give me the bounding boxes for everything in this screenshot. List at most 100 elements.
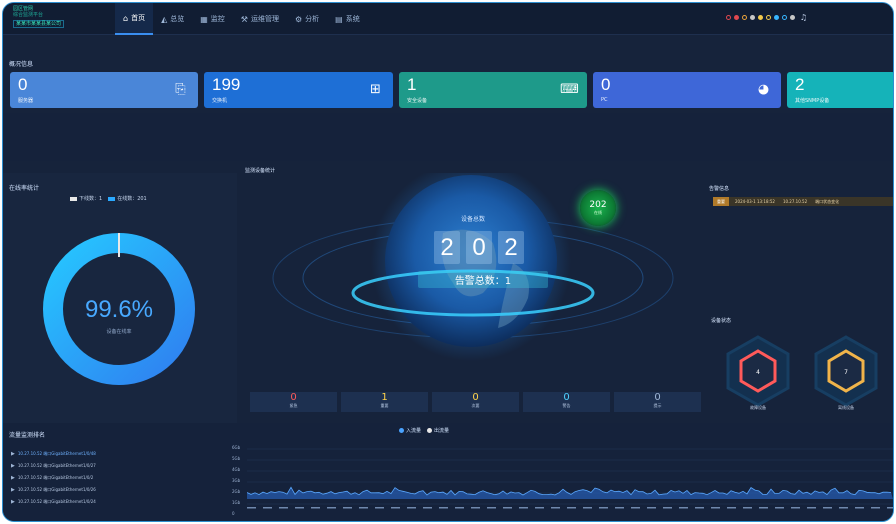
level-label: 警告 — [562, 403, 571, 408]
nav-item-monitor[interactable]: ▦ 监控 — [192, 3, 233, 35]
legend-label: 下线数：1 — [79, 196, 103, 202]
x-tick-mark — [471, 507, 480, 509]
top-bar: 园区管网 综合监测平台 某某市某某县某公司 ⌂ 首页 ◭ 总览 ▦ 监控 ⚒ 运维管理 … — [3, 3, 893, 35]
y-tick: 6Gb — [232, 445, 241, 450]
status-dot[interactable] — [733, 15, 739, 20]
x-tick-mark — [871, 507, 880, 509]
list-item[interactable]: ▶ 10.27.10.52 端口GigabitEthernet1/0/48 — [11, 448, 96, 460]
nav-item-analysis[interactable]: ⚙ 分析 — [287, 3, 327, 35]
level-label: 重要 — [380, 403, 389, 408]
alarm-level-critical[interactable]: 0 紧急 — [250, 392, 337, 412]
x-tick-mark — [567, 507, 576, 509]
card-value: 2 — [795, 75, 805, 94]
level-value: 0 — [290, 392, 297, 403]
card-label: 其他SNMP设备 — [795, 98, 830, 104]
x-tick-mark — [423, 507, 432, 509]
x-tick-mark — [759, 507, 768, 509]
card-pc[interactable]: 0 PC ◕ — [593, 72, 781, 108]
card-server[interactable]: 0 服务器 ⎘ — [10, 72, 198, 108]
x-tick-mark — [295, 507, 304, 509]
status-dot[interactable] — [773, 15, 779, 20]
y-tick: 4Gb — [232, 467, 241, 472]
status-indicators: ♫ — [725, 13, 807, 22]
status-dot[interactable] — [781, 15, 787, 20]
hex-value: 4 — [756, 369, 760, 376]
bell-icon[interactable]: ♫ — [800, 13, 807, 22]
level-label: 次要 — [471, 403, 480, 408]
status-dot[interactable] — [765, 15, 771, 20]
alert-row[interactable]: 重要 2024-03-1 13:18:52 10.27.10.52 端口状态变化 — [713, 197, 893, 206]
x-tick-mark — [775, 507, 784, 509]
x-tick-mark — [359, 507, 368, 509]
x-tick-mark — [375, 507, 384, 509]
hex-fault[interactable]: 4 — [725, 335, 791, 407]
card-label: 安全设备 — [407, 98, 428, 104]
card-value: 0 — [601, 75, 611, 94]
list-item[interactable]: ▶ 10.27.10.52 端口GigabitEthernet1/0/24 — [11, 496, 96, 508]
x-tick-mark — [711, 507, 720, 509]
level-value: 1 — [381, 392, 388, 403]
hex-offline[interactable]: 7 — [813, 335, 879, 407]
y-tick: 0 — [232, 511, 235, 516]
doc-icon: ▤ — [335, 14, 343, 24]
status-dot[interactable] — [741, 15, 747, 20]
logo-line-2: 综合监测平台 — [13, 12, 44, 18]
x-tick-mark — [407, 507, 416, 509]
x-tick-mark — [823, 507, 832, 509]
play-icon: ▶ — [11, 463, 15, 469]
card-snmp[interactable]: 2 其他SNMP设备 — [787, 72, 893, 108]
card-switch[interactable]: 199 交换机 ⊞ — [204, 72, 393, 108]
alarm-level-info[interactable]: 0 提示 — [614, 392, 701, 412]
list-item[interactable]: ▶ 10.27.10.52 端口GigabitEthernet1/0/27 — [11, 460, 96, 472]
x-tick-mark — [839, 507, 848, 509]
device-total-label: 设备总数 — [461, 216, 486, 223]
alarm-total[interactable]: 告警总数：1 — [418, 271, 548, 288]
legend-item[interactable]: 下线数：1 — [70, 195, 102, 202]
card-value: 0 — [18, 75, 28, 94]
alarm-level-warning[interactable]: 0 警告 — [523, 392, 610, 412]
legend-item[interactable]: 出流量 — [427, 427, 449, 434]
y-tick: 5Gb — [232, 456, 241, 461]
legend-item[interactable]: 在线数：201 — [108, 195, 147, 202]
list-item[interactable]: ▶ 10.27.10.52 端口GigabitEthernet1/0/2 — [11, 472, 96, 484]
y-tick: 2Gb — [232, 489, 241, 494]
logo[interactable]: 园区管网 综合监测平台 某某市某某县某公司 — [13, 6, 105, 32]
nav-label: 系统 — [345, 15, 360, 23]
hex-title: 设备状态 — [711, 318, 732, 324]
list-text: 10.27.10.52 端口GigabitEthernet1/0/26 — [17, 487, 96, 492]
badge-value: 202 — [589, 200, 607, 210]
x-tick-mark — [455, 507, 464, 509]
list-text: 10.27.10.52 端口GigabitEthernet1/0/48 — [17, 451, 96, 456]
legend-label: 入流量 — [406, 428, 422, 434]
play-icon: ▶ — [11, 487, 15, 493]
card-label: 交换机 — [212, 98, 228, 104]
legend-item[interactable]: 入流量 — [399, 427, 421, 434]
nav-item-system[interactable]: ▤ 系统 — [327, 3, 368, 35]
x-tick-mark — [263, 507, 272, 509]
x-tick-mark — [791, 507, 800, 509]
status-dot[interactable] — [749, 15, 755, 20]
level-value: 0 — [472, 392, 479, 403]
alerts-title: 告警信息 — [709, 186, 730, 192]
nav-item-overview[interactable]: ◭ 总览 — [153, 3, 192, 35]
online-badge[interactable]: 202 在线 — [580, 190, 616, 226]
x-tick-mark — [279, 507, 288, 509]
alarm-level-minor[interactable]: 0 次要 — [432, 392, 519, 412]
nav-item-home[interactable]: ⌂ 首页 — [115, 3, 154, 35]
play-icon: ▶ — [11, 499, 15, 505]
alarm-level-major[interactable]: 1 重要 — [341, 392, 428, 412]
device-total-digits: 2 0 2 — [434, 231, 524, 264]
chart-icon: ◭ — [161, 14, 168, 24]
list-item[interactable]: ▶ 10.27.10.52 端口GigabitEthernet1/0/26 — [11, 484, 96, 496]
level-value: 0 — [654, 392, 661, 403]
x-tick-mark — [583, 507, 592, 509]
traffic-list: ▶ 10.27.10.52 端口GigabitEthernet1/0/48 ▶ 10… — [11, 448, 96, 508]
status-dot[interactable] — [757, 15, 763, 20]
nav-item-ops[interactable]: ⚒ 运维管理 — [233, 3, 287, 35]
x-tick-mark — [439, 507, 448, 509]
level-label: 紧急 — [289, 403, 298, 408]
card-security[interactable]: 1 安全设备 ⌨ — [399, 72, 587, 108]
status-dot[interactable] — [725, 15, 731, 20]
status-dot[interactable] — [789, 15, 795, 20]
x-tick-mark — [343, 507, 352, 509]
